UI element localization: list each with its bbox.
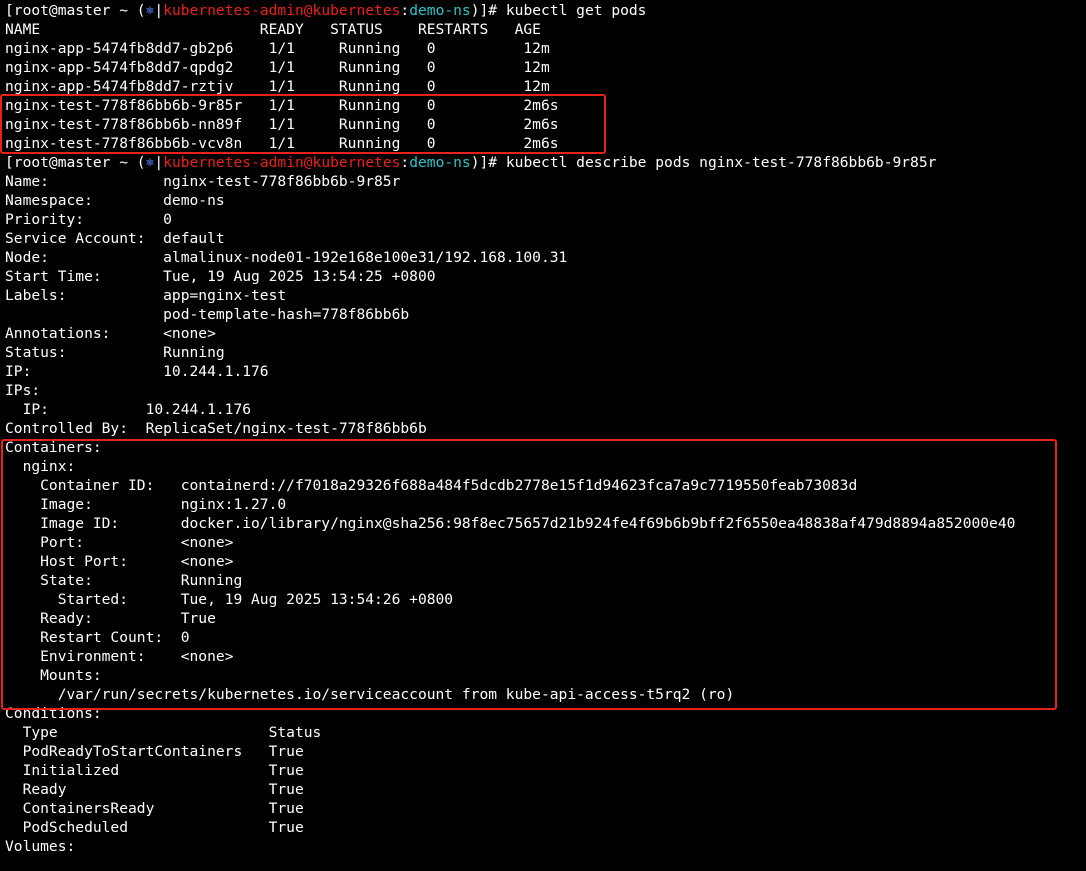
prompt-suffix: )]# xyxy=(470,2,506,19)
table-row: nginx-app-5474fb8dd7-rztjv 1/1 Running 0… xyxy=(5,78,550,95)
describe-line: Conditions: xyxy=(5,705,102,722)
table-row: nginx-test-778f86bb6b-9r85r 1/1 Running … xyxy=(5,97,559,114)
describe-line: ContainersReady True xyxy=(5,800,304,817)
prompt-prefix: [root@master ~ ( xyxy=(5,154,146,171)
describe-line: Labels: app=nginx-test xyxy=(5,287,287,304)
table-row: nginx-test-778f86bb6b-nn89f 1/1 Running … xyxy=(5,116,559,133)
command-text: kubectl get pods xyxy=(505,2,647,19)
describe-line: PodReadyToStartContainers True xyxy=(5,743,304,760)
describe-line: Mounts: xyxy=(5,667,102,684)
describe-line: Environment: <none> xyxy=(5,648,234,665)
describe-line: IPs: xyxy=(5,382,41,399)
terminal-window[interactable]: [root@master ~ (⎈|kubernetes-admin@kuber… xyxy=(0,0,1086,871)
describe-line: Type Status xyxy=(5,724,322,741)
describe-line: Host Port: <none> xyxy=(5,553,234,570)
describe-line: Restart Count: 0 xyxy=(5,629,190,646)
prompt-colon: : xyxy=(400,2,410,19)
describe-line: pod-template-hash=778f86bb6b xyxy=(5,306,410,323)
describe-line: Initialized True xyxy=(5,762,304,779)
prompt-prefix: [root@master ~ ( xyxy=(5,2,146,19)
describe-line: Started: Tue, 19 Aug 2025 13:54:26 +0800 xyxy=(5,591,454,608)
describe-line: Image: nginx:1.27.0 xyxy=(5,496,287,513)
describe-line: Port: <none> xyxy=(5,534,234,551)
command-text: kubectl describe pods nginx-test-778f86b… xyxy=(505,154,937,171)
prompt-separator: | xyxy=(154,154,164,171)
describe-line: Status: Running xyxy=(5,344,225,361)
prompt-namespace: demo-ns xyxy=(409,154,471,171)
describe-line: Container ID: containerd://f7018a29326f6… xyxy=(5,477,858,494)
describe-line: Image ID: docker.io/library/nginx@sha256… xyxy=(5,515,1016,532)
describe-line: Node: almalinux-node01-192e168e100e31/19… xyxy=(5,249,568,266)
prompt-context: kubernetes-admin@kubernetes xyxy=(163,154,401,171)
table-row: nginx-test-778f86bb6b-vcv8n 1/1 Running … xyxy=(5,135,559,152)
describe-line: State: Running xyxy=(5,572,243,589)
describe-line: PodScheduled True xyxy=(5,819,304,836)
describe-line: IP: 10.244.1.176 xyxy=(5,363,269,380)
table-row: nginx-app-5474fb8dd7-qpdg2 1/1 Running 0… xyxy=(5,59,550,76)
prompt-colon: : xyxy=(400,154,410,171)
table-header: NAME READY STATUS RESTARTS AGE xyxy=(5,21,541,38)
describe-line: Ready: True xyxy=(5,610,216,627)
describe-line: Annotations: <none> xyxy=(5,325,216,342)
describe-line: Ready True xyxy=(5,781,304,798)
describe-line: Start Time: Tue, 19 Aug 2025 13:54:25 +0… xyxy=(5,268,436,285)
describe-line: Namespace: demo-ns xyxy=(5,192,225,209)
table-row: nginx-app-5474fb8dd7-gb2p6 1/1 Running 0… xyxy=(5,40,550,57)
describe-line: Priority: 0 xyxy=(5,211,172,228)
prompt-separator: | xyxy=(154,2,164,19)
describe-line: nginx: xyxy=(5,458,76,475)
prompt-suffix: )]# xyxy=(470,154,506,171)
describe-line: Volumes: xyxy=(5,838,76,855)
prompt-line: [root@master ~ (⎈|kubernetes-admin@kuber… xyxy=(5,1,1086,20)
describe-line: IP: 10.244.1.176 xyxy=(5,401,252,418)
describe-line: Service Account: default xyxy=(5,230,225,247)
prompt-line: [root@master ~ (⎈|kubernetes-admin@kuber… xyxy=(5,153,1086,172)
prompt-namespace: demo-ns xyxy=(409,2,471,19)
describe-line: Containers: xyxy=(5,439,102,456)
describe-line: Controlled By: ReplicaSet/nginx-test-778… xyxy=(5,420,427,437)
prompt-context: kubernetes-admin@kubernetes xyxy=(163,2,401,19)
describe-line: Name: nginx-test-778f86bb6b-9r85r xyxy=(5,173,401,190)
describe-line: /var/run/secrets/kubernetes.io/serviceac… xyxy=(5,686,735,703)
